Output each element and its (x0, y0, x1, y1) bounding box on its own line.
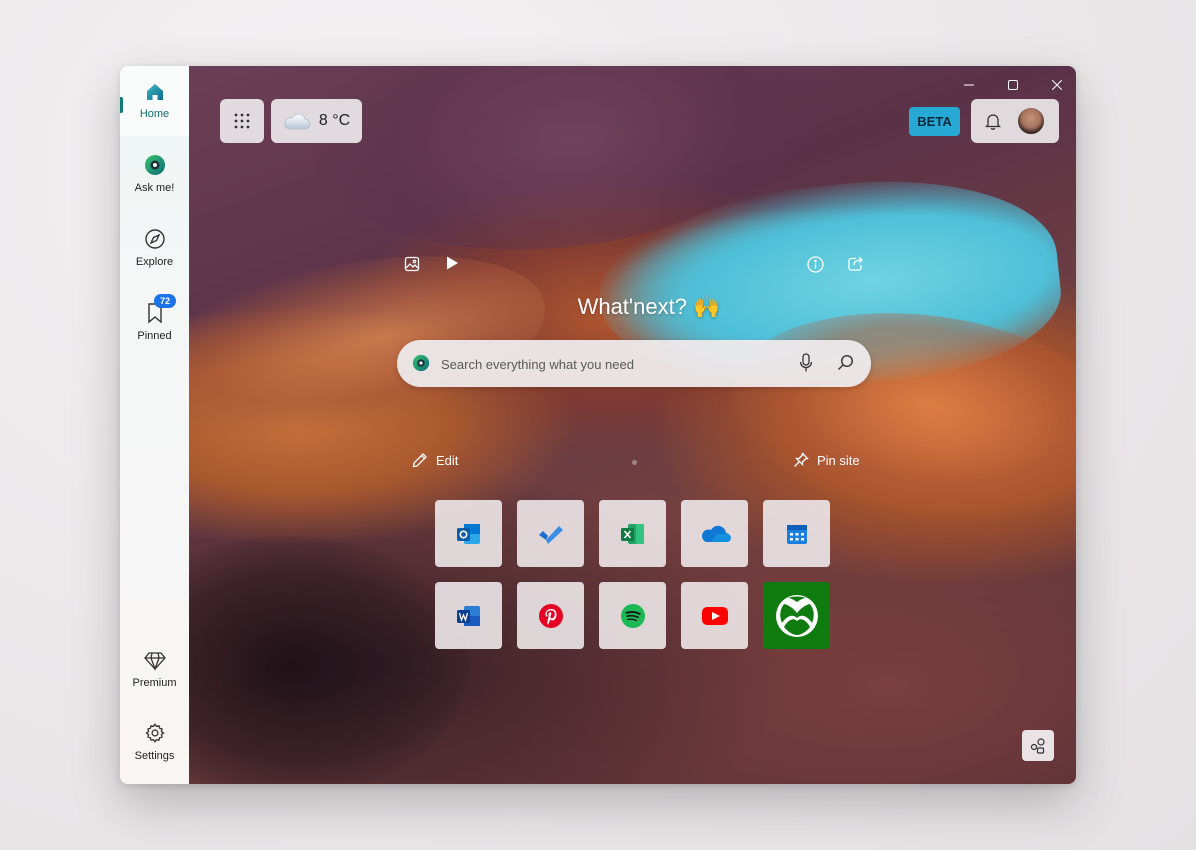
play-icon (447, 256, 458, 270)
bell-icon[interactable] (985, 112, 1001, 130)
assistant-icon (144, 155, 165, 175)
account-area (971, 99, 1059, 143)
sidebar-item-label: Explore (135, 256, 174, 268)
app-window: Home Ask me! Explore 72 Pinned Premium S… (120, 66, 1076, 784)
sidebar-item-ask-me[interactable]: Ask me! (120, 139, 189, 209)
new-tab-page: 8 °C BETA What'next? 🙌 Search everything… (189, 66, 1076, 784)
edit-label: Edit (436, 452, 459, 468)
page-headline: What'next? 🙌 (577, 294, 721, 319)
xbox-icon (775, 594, 818, 637)
pin-site-button[interactable]: Pin site (793, 452, 860, 468)
close-icon (1052, 80, 1062, 90)
background-image-button[interactable] (402, 254, 422, 274)
pin-icon (794, 452, 809, 467)
maximize-icon (1008, 80, 1018, 90)
shortcut-pinterest[interactable] (517, 582, 584, 649)
search-input[interactable] (439, 353, 773, 375)
sidebar-item-premium[interactable]: Premium (120, 635, 189, 705)
shortcut-excel[interactable] (599, 500, 666, 567)
page-indicator-dot (632, 460, 637, 465)
search-bar (397, 340, 871, 387)
shortcut-word[interactable] (435, 582, 502, 649)
sidebar-item-label: Home (139, 108, 170, 120)
app-grid-icon (234, 113, 250, 129)
youtube-icon (701, 606, 728, 625)
sidebar-item-label: Settings (134, 750, 175, 762)
microphone-icon (799, 353, 813, 372)
spotify-icon (620, 603, 645, 628)
share-button[interactable] (845, 253, 865, 273)
search-button[interactable] (837, 354, 854, 376)
pinterest-icon (538, 603, 563, 628)
diamond-icon (143, 652, 166, 671)
cloud-icon (284, 113, 311, 130)
compass-icon (144, 229, 165, 249)
gear-icon (144, 723, 165, 743)
pin-site-label: Pin site (817, 452, 860, 468)
shortcut-onedrive[interactable] (681, 500, 748, 567)
play-button[interactable] (442, 253, 462, 273)
home-icon (146, 84, 163, 100)
pinned-count-badge: 72 (154, 294, 176, 308)
weather-widget[interactable]: 8 °C (271, 99, 362, 143)
voice-search-button[interactable] (799, 353, 813, 378)
sidebar-item-label: Premium (132, 677, 177, 689)
todo-icon (538, 525, 563, 544)
shortcut-xbox[interactable] (763, 582, 830, 649)
outlook-icon (456, 523, 480, 544)
shortcut-outlook[interactable] (435, 500, 502, 567)
word-icon (456, 605, 480, 626)
sidebar-item-label: Pinned (137, 330, 172, 342)
background-rock (189, 536, 469, 784)
minimize-button[interactable] (949, 72, 989, 98)
excel-icon (620, 523, 644, 544)
sidebar: Home Ask me! Explore 72 Pinned Premium S… (120, 66, 190, 784)
info-icon (806, 255, 824, 273)
shortcut-youtube[interactable] (681, 582, 748, 649)
sidebar-item-settings[interactable]: Settings (120, 707, 189, 777)
share-icon (847, 256, 863, 271)
apps-launcher-button[interactable] (220, 99, 264, 143)
onedrive-icon (701, 525, 731, 542)
close-button[interactable] (1037, 72, 1076, 98)
beta-badge: BETA (909, 107, 960, 136)
sidebar-item-home[interactable]: Home (120, 66, 189, 136)
weather-temperature: 8 °C (318, 112, 351, 129)
pencil-icon (412, 453, 427, 468)
sidebar-item-label: Ask me! (134, 182, 175, 194)
customize-icon (1030, 737, 1045, 754)
active-indicator (120, 97, 123, 113)
customize-button[interactable] (1022, 730, 1054, 761)
minimize-icon (964, 84, 974, 86)
shortcut-spotify[interactable] (599, 582, 666, 649)
assistant-logo-icon (412, 354, 430, 372)
shortcut-todo[interactable] (517, 500, 584, 567)
edit-shortcuts-button[interactable]: Edit (412, 452, 458, 468)
calendar-icon (786, 524, 807, 544)
search-icon (838, 354, 854, 370)
sidebar-item-pinned[interactable]: 72 Pinned (120, 287, 189, 357)
shortcut-calendar[interactable] (763, 500, 830, 567)
image-icon (404, 256, 420, 272)
sidebar-item-explore[interactable]: Explore (120, 213, 189, 283)
maximize-button[interactable] (993, 72, 1033, 98)
info-button[interactable] (805, 254, 825, 274)
avatar[interactable] (1017, 107, 1045, 135)
